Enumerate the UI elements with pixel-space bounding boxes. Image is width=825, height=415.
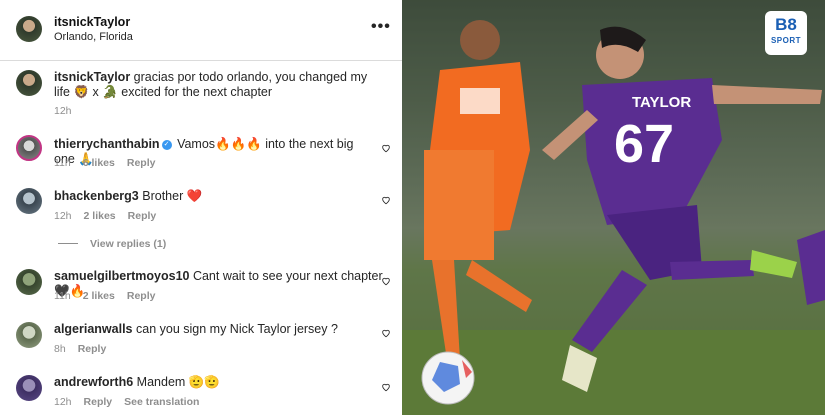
comment-author[interactable]: thierrychanthabin	[54, 137, 160, 151]
reply-button[interactable]: Reply	[78, 343, 107, 355]
post-photo: TAYLOR 67	[402, 0, 825, 415]
likes-count[interactable]: 2 likes	[84, 210, 116, 222]
comment-row: andrewforth6 Mandem 🫡🫡	[54, 375, 374, 390]
post-author[interactable]: itsnickTaylor	[54, 15, 130, 29]
comment-meta: 11h 2 likes Reply	[54, 290, 156, 302]
comment-meta: 12h Reply See translation	[54, 396, 200, 408]
post-header: itsnickTaylor Orlando, Florida •••	[0, 0, 402, 61]
divider	[58, 243, 78, 244]
comment-text: Mandem 🫡🫡	[136, 375, 220, 389]
comment-author[interactable]: algerianwalls	[54, 322, 133, 336]
soccer-ball-icon	[421, 351, 475, 405]
comment-text: can you sign my Nick Taylor jersey ?	[136, 322, 338, 336]
comment-row: algerianwalls can you sign my Nick Taylo…	[54, 322, 374, 337]
avatar[interactable]	[16, 375, 42, 401]
like-heart-icon[interactable]	[381, 195, 391, 205]
comments-panel: itsnickTaylor Orlando, Florida ••• itsni…	[0, 0, 402, 415]
see-translation-button[interactable]: See translation	[124, 396, 199, 408]
view-replies-button[interactable]: View replies (1)	[90, 238, 178, 250]
comment-author[interactable]: samuelgilbertmoyos10	[54, 269, 189, 283]
likes-count[interactable]: 2 likes	[83, 290, 115, 302]
avatar[interactable]	[16, 70, 42, 96]
avatar[interactable]	[16, 322, 42, 348]
avatar[interactable]	[16, 135, 42, 161]
post-location[interactable]: Orlando, Florida	[54, 31, 133, 43]
more-options-icon[interactable]: •••	[371, 18, 391, 36]
like-heart-icon[interactable]	[381, 276, 391, 286]
like-heart-icon[interactable]	[381, 382, 391, 392]
jersey-name: TAYLOR	[632, 94, 691, 111]
caption-author[interactable]: itsnickTaylor	[54, 70, 130, 84]
likes-count[interactable]: 6 likes	[83, 157, 115, 169]
soccer-players-illustration: TAYLOR 67	[402, 0, 825, 415]
comment-meta: 12h 2 likes Reply	[54, 210, 157, 222]
like-heart-icon[interactable]	[381, 328, 391, 338]
b8-sport-logo: B8 SPORT	[765, 11, 807, 55]
avatar[interactable]	[16, 16, 42, 42]
jersey-number: 67	[614, 114, 674, 174]
caption-time: 12h	[54, 105, 72, 117]
reply-button[interactable]: Reply	[127, 290, 156, 302]
caption: itsnickTaylor gracias por todo orlando, …	[54, 70, 374, 100]
reply-button[interactable]: Reply	[128, 210, 157, 222]
avatar[interactable]	[16, 188, 42, 214]
comment-author[interactable]: andrewforth6	[54, 375, 133, 389]
reply-button[interactable]: Reply	[84, 396, 113, 408]
verified-badge-icon: ✓	[161, 139, 172, 150]
avatar[interactable]	[16, 269, 42, 295]
reply-button[interactable]: Reply	[127, 157, 156, 169]
comment-meta: 8h Reply	[54, 343, 107, 355]
comment-row: bhackenberg3 Brother ❤️	[54, 189, 374, 204]
like-heart-icon[interactable]	[381, 143, 391, 153]
comment-text: Brother ❤️	[142, 189, 203, 203]
comment-author[interactable]: bhackenberg3	[54, 189, 139, 203]
comment-meta: 11h 6 likes Reply	[54, 157, 156, 169]
